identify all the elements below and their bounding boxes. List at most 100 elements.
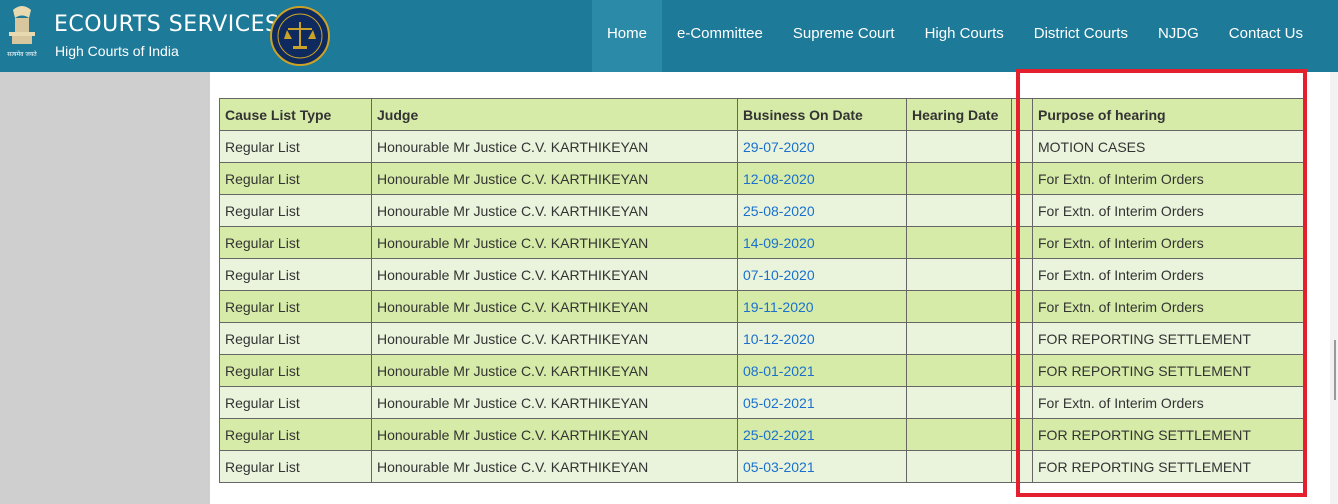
hearing-date-cell	[906, 354, 1012, 387]
business-date-link[interactable]: 05-02-2021	[737, 386, 907, 419]
table-row: Regular List Honourable Mr Justice C.V. K…	[219, 354, 1307, 387]
ecourts-seal-logo[interactable]	[270, 6, 330, 66]
nav-e-committee[interactable]: e-Committee	[662, 0, 778, 72]
cause-list-type-cell: Regular List	[219, 418, 372, 451]
judge-cell: Honourable Mr Justice C.V. KARTHIKEYAN	[371, 130, 738, 163]
cause-list-type-cell: Regular List	[219, 130, 372, 163]
nav-supreme-court[interactable]: Supreme Court	[778, 0, 910, 72]
table-row: Regular List Honourable Mr Justice C.V. K…	[219, 258, 1307, 291]
judge-cell: Honourable Mr Justice C.V. KARTHIKEYAN	[371, 194, 738, 227]
header-cause-list-type: Cause List Type	[219, 98, 372, 131]
business-date-link[interactable]: 12-08-2020	[737, 162, 907, 195]
extra-cell	[1011, 130, 1033, 163]
judge-cell: Honourable Mr Justice C.V. KARTHIKEYAN	[371, 226, 738, 259]
header-judge: Judge	[371, 98, 738, 131]
cause-list-history-table: Cause List Type Judge Business On Date H…	[219, 98, 1307, 483]
site-subtitle: High Courts of India	[55, 43, 179, 59]
extra-cell	[1011, 354, 1033, 387]
nav-high-courts[interactable]: High Courts	[910, 0, 1019, 72]
purpose-cell: For Extn. of Interim Orders	[1032, 194, 1307, 227]
nav-contact-us[interactable]: Contact Us	[1214, 0, 1318, 72]
hearing-date-cell	[906, 386, 1012, 419]
extra-cell	[1011, 322, 1033, 355]
judge-cell: Honourable Mr Justice C.V. KARTHIKEYAN	[371, 418, 738, 451]
cause-list-type-cell: Regular List	[219, 322, 372, 355]
business-date-link[interactable]: 25-02-2021	[737, 418, 907, 451]
judge-cell: Honourable Mr Justice C.V. KARTHIKEYAN	[371, 354, 738, 387]
purpose-cell: For Extn. of Interim Orders	[1032, 386, 1307, 419]
judge-cell: Honourable Mr Justice C.V. KARTHIKEYAN	[371, 386, 738, 419]
header-hearing-date: Hearing Date	[906, 98, 1012, 131]
cause-list-type-cell: Regular List	[219, 194, 372, 227]
hearing-date-cell	[906, 130, 1012, 163]
extra-cell	[1011, 290, 1033, 323]
purpose-cell: FOR REPORTING SETTLEMENT	[1032, 354, 1307, 387]
cause-list-type-cell: Regular List	[219, 162, 372, 195]
site-title[interactable]: ECOURTS SERVICES	[54, 12, 279, 37]
cause-list-type-cell: Regular List	[219, 290, 372, 323]
table-row: Regular List Honourable Mr Justice C.V. K…	[219, 194, 1307, 227]
extra-cell	[1011, 258, 1033, 291]
purpose-cell: FOR REPORTING SETTLEMENT	[1032, 450, 1307, 483]
judge-cell: Honourable Mr Justice C.V. KARTHIKEYAN	[371, 162, 738, 195]
site-header: सत्यमेव जयते ECOURTS SERVICES High Court…	[0, 0, 1338, 72]
table-row: Regular List Honourable Mr Justice C.V. K…	[219, 386, 1307, 419]
purpose-cell: For Extn. of Interim Orders	[1032, 290, 1307, 323]
purpose-cell: For Extn. of Interim Orders	[1032, 226, 1307, 259]
table-row: Regular List Honourable Mr Justice C.V. K…	[219, 450, 1307, 483]
header-extra	[1011, 98, 1033, 131]
hearing-date-cell	[906, 258, 1012, 291]
table-header-row: Cause List Type Judge Business On Date H…	[219, 98, 1307, 131]
cause-list-type-cell: Regular List	[219, 354, 372, 387]
cause-list-type-cell: Regular List	[219, 226, 372, 259]
judge-cell: Honourable Mr Justice C.V. KARTHIKEYAN	[371, 258, 738, 291]
business-date-link[interactable]: 19-11-2020	[737, 290, 907, 323]
business-date-link[interactable]: 10-12-2020	[737, 322, 907, 355]
nav-njdg[interactable]: NJDG	[1143, 0, 1214, 72]
nav-home[interactable]: Home	[591, 0, 662, 72]
cause-list-type-cell: Regular List	[219, 258, 372, 291]
header-purpose-of-hearing: Purpose of hearing	[1032, 98, 1307, 131]
extra-cell	[1011, 226, 1033, 259]
purpose-cell: MOTION CASES	[1032, 130, 1307, 163]
business-date-link[interactable]: 08-01-2021	[737, 354, 907, 387]
hearing-date-cell	[906, 290, 1012, 323]
business-date-link[interactable]: 25-08-2020	[737, 194, 907, 227]
hearing-date-cell	[906, 194, 1012, 227]
judge-cell: Honourable Mr Justice C.V. KARTHIKEYAN	[371, 322, 738, 355]
main-nav: Home e-Committee Supreme Court High Cour…	[591, 0, 1318, 72]
extra-cell	[1011, 162, 1033, 195]
cause-list-type-cell: Regular List	[219, 450, 372, 483]
hearing-date-cell	[906, 450, 1012, 483]
judge-cell: Honourable Mr Justice C.V. KARTHIKEYAN	[371, 450, 738, 483]
purpose-cell: FOR REPORTING SETTLEMENT	[1032, 418, 1307, 451]
extra-cell	[1011, 386, 1033, 419]
purpose-cell: For Extn. of Interim Orders	[1032, 162, 1307, 195]
business-date-link[interactable]: 29-07-2020	[737, 130, 907, 163]
left-sidebar	[0, 72, 210, 504]
purpose-cell: FOR REPORTING SETTLEMENT	[1032, 322, 1307, 355]
table-row: Regular List Honourable Mr Justice C.V. K…	[219, 130, 1307, 163]
national-emblem-logo[interactable]: सत्यमेव जयते	[4, 4, 40, 62]
business-date-link[interactable]: 14-09-2020	[737, 226, 907, 259]
hearing-date-cell	[906, 418, 1012, 451]
extra-cell	[1011, 194, 1033, 227]
extra-cell	[1011, 450, 1033, 483]
scrollbar-track[interactable]	[1330, 72, 1338, 504]
scrollbar-thumb[interactable]	[1334, 340, 1336, 400]
extra-cell	[1011, 418, 1033, 451]
judge-cell: Honourable Mr Justice C.V. KARTHIKEYAN	[371, 290, 738, 323]
business-date-link[interactable]: 05-03-2021	[737, 450, 907, 483]
hearing-date-cell	[906, 226, 1012, 259]
table-row: Regular List Honourable Mr Justice C.V. K…	[219, 418, 1307, 451]
table-row: Regular List Honourable Mr Justice C.V. K…	[219, 290, 1307, 323]
svg-text:सत्यमेव जयते: सत्यमेव जयते	[7, 50, 37, 58]
purpose-cell: For Extn. of Interim Orders	[1032, 258, 1307, 291]
table-row: Regular List Honourable Mr Justice C.V. K…	[219, 162, 1307, 195]
nav-district-courts[interactable]: District Courts	[1019, 0, 1143, 72]
cause-list-type-cell: Regular List	[219, 386, 372, 419]
hearing-date-cell	[906, 162, 1012, 195]
header-business-on-date: Business On Date	[737, 98, 907, 131]
table-row: Regular List Honourable Mr Justice C.V. K…	[219, 226, 1307, 259]
business-date-link[interactable]: 07-10-2020	[737, 258, 907, 291]
